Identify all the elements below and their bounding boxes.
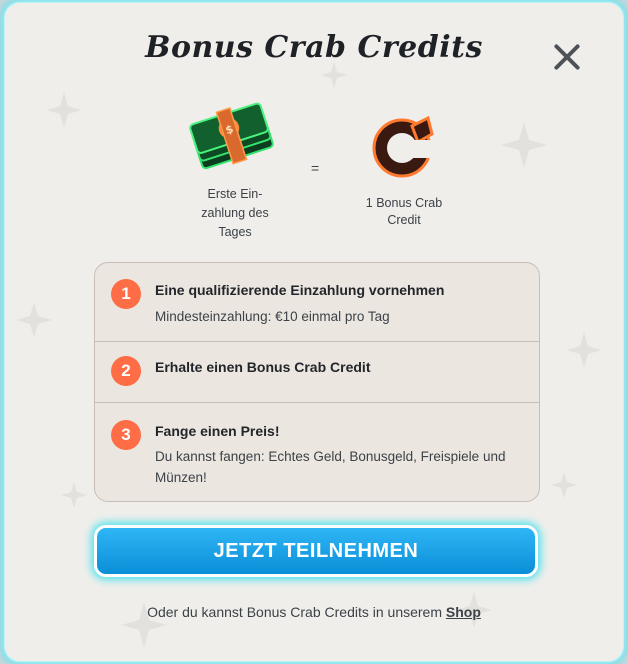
step-item: 3 Fange einen Preis! Du kannst fangen: E… (95, 403, 539, 501)
cash-label: Erste Ein-zahlung des Tages (201, 187, 269, 239)
step-title: Erhalte einen Bonus Crab Credit (155, 359, 371, 375)
modal-title: Bonus Crab Credits (145, 30, 483, 65)
step-title: Fange einen Preis! (155, 423, 280, 439)
credit-label: 1 Bonus Crab Credit (365, 196, 443, 227)
step-number-badge: 2 (111, 356, 141, 386)
cash-stack-icon: $ (186, 94, 282, 174)
step-description: Mindesteinzahlung: €10 einmal pro Tag (155, 309, 390, 324)
step-number-badge: 3 (111, 420, 141, 450)
step-item: 2 Erhalte einen Bonus Crab Credit (95, 342, 539, 403)
close-icon[interactable] (552, 42, 582, 72)
shop-link[interactable]: Shop (446, 604, 481, 620)
footer-text: Oder du kannst Bonus Crab Credits in uns… (4, 604, 624, 620)
join-now-button[interactable]: JETZT TEILNEHMEN (94, 525, 538, 577)
bonus-crab-credits-modal: Bonus Crab Credits $ Erste Ein-zahlung d… (2, 0, 626, 664)
crab-credit-coin-icon (368, 110, 440, 182)
step-title: Eine qualifizierende Einzahlung vornehme… (155, 282, 445, 298)
footer-message: Oder du kannst Bonus Crab Credits in uns… (147, 604, 443, 620)
equals-sign: = (311, 160, 320, 176)
step-number-badge: 1 (111, 279, 141, 309)
step-description: Du kannst fangen: Echtes Geld, Bonusgeld… (155, 449, 506, 485)
steps-list: 1 Eine qualifizierende Einzahlung vorneh… (94, 262, 540, 502)
step-item: 1 Eine qualifizierende Einzahlung vorneh… (95, 263, 539, 342)
